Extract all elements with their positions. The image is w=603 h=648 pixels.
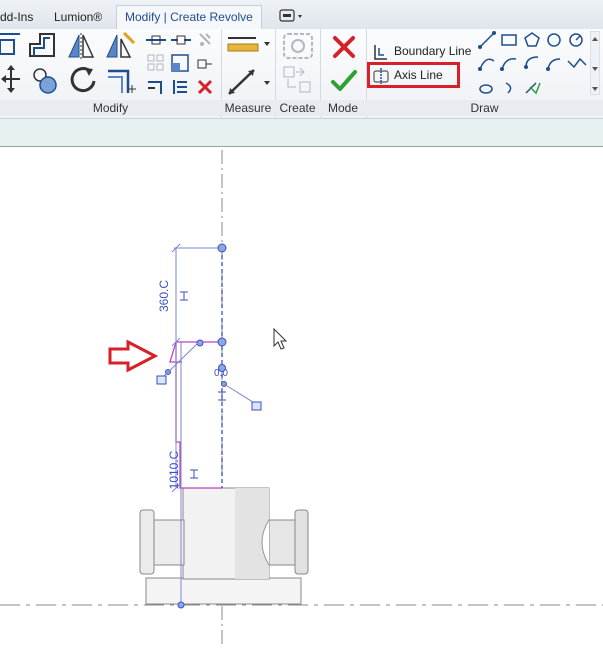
rotate-handle-icon[interactable]: [156, 375, 167, 385]
move-icon[interactable]: [0, 64, 22, 94]
drawing-canvas[interactable]: 360.C 1010.C 0.0: [0, 147, 603, 645]
rotate-handle-icon[interactable]: [251, 401, 262, 411]
axis-bottom-grip[interactable]: [177, 601, 185, 609]
measure-between-references-icon[interactable]: [226, 34, 270, 54]
valve-body: [139, 487, 309, 605]
axis-midpoint-grip[interactable]: [217, 337, 227, 347]
draw-panel-title: Draw: [366, 100, 603, 116]
draw-gallery-scroll[interactable]: [590, 31, 600, 95]
unpin-icon[interactable]: [196, 56, 214, 72]
measure-panel-title: Measure: [221, 100, 275, 116]
split-element-icon[interactable]: [146, 33, 166, 47]
dimension-bottom-text[interactable]: 1010.C: [167, 450, 181, 489]
axis-line-highlight: [367, 62, 460, 88]
arrow-icon: [108, 339, 159, 373]
tab-lumion[interactable]: Lumion®: [54, 6, 102, 28]
measure-panel: Measure: [221, 29, 276, 118]
extend-multiple-icon[interactable]: [171, 78, 191, 96]
mode-panel: Mode: [320, 29, 367, 118]
profile-sketch: [175, 342, 222, 489]
options-bar: [0, 119, 603, 147]
tab-add-ins[interactable]: dd-Ins: [0, 6, 33, 28]
ribbon: Modify Measure Create Mode Boundary Line…: [0, 29, 603, 119]
mode-panel-title: Mode: [320, 100, 366, 116]
sketch-view: 360.C 1010.C 0.0: [0, 150, 603, 645]
create-group-icon[interactable]: [282, 32, 314, 60]
create-similar-icon[interactable]: [282, 65, 312, 95]
ribbon-tab-strip: dd-Ins Lumion® Modify | Create Revolve: [0, 0, 603, 30]
axis-endpoint-grip[interactable]: [217, 243, 227, 253]
align-icon[interactable]: [0, 32, 22, 58]
mirror-pick-axis-icon[interactable]: [66, 31, 96, 61]
axis-grip[interactable]: [218, 364, 226, 372]
dimension-lock-icon[interactable]: [218, 391, 226, 401]
scale-icon[interactable]: [171, 54, 191, 74]
offset-icon[interactable]: [28, 32, 58, 60]
create-panel-title: Create: [275, 100, 320, 116]
quick-access-dropdown-icon[interactable]: [279, 9, 305, 23]
copy-icon[interactable]: [29, 67, 59, 95]
trim-extend-icon[interactable]: [106, 67, 136, 95]
array-icon[interactable]: [147, 54, 165, 72]
dimension-lock-icon[interactable]: [190, 469, 198, 479]
tab-modify-create-revolve[interactable]: Modify | Create Revolve: [116, 5, 262, 30]
modify-panel: Modify: [0, 29, 222, 118]
modify-panel-title: Modify: [0, 100, 221, 116]
rotate-icon[interactable]: [68, 65, 98, 97]
split-with-gap-icon[interactable]: [171, 33, 191, 47]
trim-multiple-icon[interactable]: [147, 78, 165, 96]
cancel-edit-mode-icon[interactable]: [332, 35, 356, 59]
dimension-top-text[interactable]: 360.C: [157, 280, 171, 312]
measure-along-element-icon[interactable]: [226, 67, 270, 97]
cursor-icon: [273, 327, 288, 350]
delete-icon[interactable]: [197, 79, 213, 95]
mirror-draw-axis-icon[interactable]: [104, 31, 136, 61]
dimension-lock-icon[interactable]: [180, 291, 188, 301]
draw-tools-gallery: [478, 31, 588, 95]
create-panel: Create: [275, 29, 321, 118]
boundary-line-label: Boundary Line: [394, 44, 472, 58]
pin-icon[interactable]: [196, 32, 214, 48]
boundary-line-icon: [374, 45, 387, 60]
draw-panel: Boundary Line Axis Line Draw: [366, 29, 603, 118]
finish-edit-mode-icon[interactable]: [331, 69, 357, 93]
